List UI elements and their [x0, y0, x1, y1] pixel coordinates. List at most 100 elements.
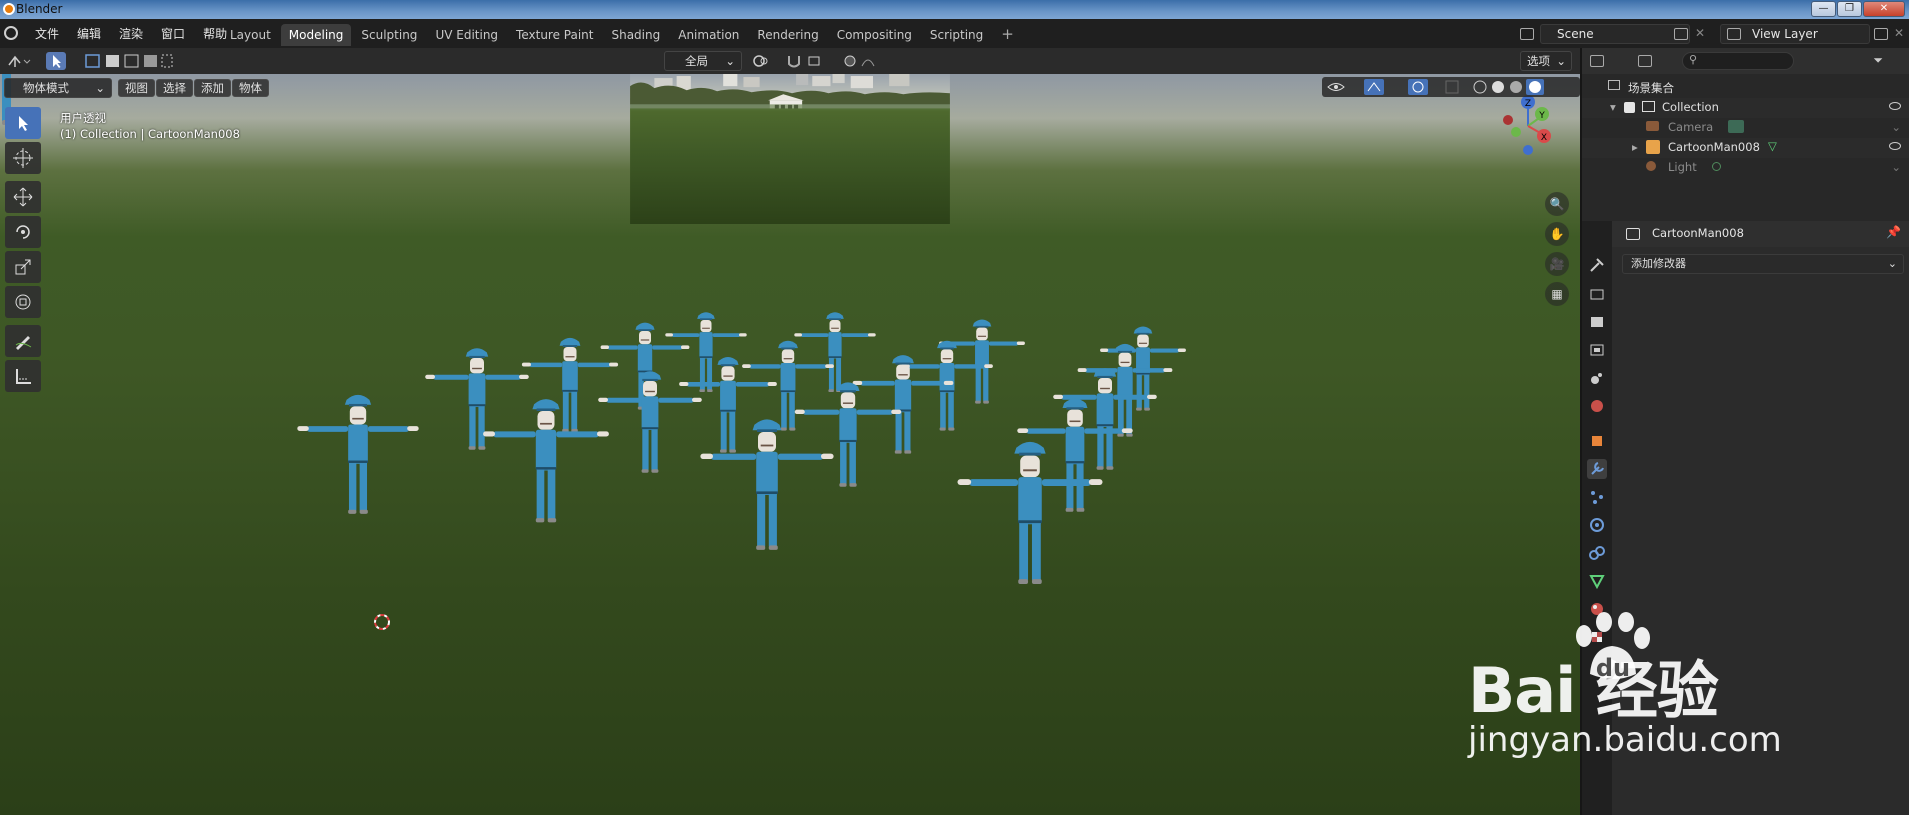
chevron-down-icon[interactable]: ⌄	[1891, 160, 1901, 174]
outliner-search-input[interactable]: ⚲	[1682, 52, 1794, 70]
view-layer-tab-icon[interactable]	[1587, 340, 1607, 360]
rotate-tool-icon[interactable]	[5, 216, 41, 248]
snapping-icon[interactable]	[785, 52, 839, 70]
new-scene-icon[interactable]	[1674, 28, 1688, 40]
search-icon: ⚲	[1689, 53, 1698, 66]
pin-icon[interactable]: 📌	[1886, 225, 1901, 239]
select-box-tool-icon[interactable]	[46, 52, 66, 70]
select-menu[interactable]: 选择	[156, 79, 193, 97]
outliner-root[interactable]: 场景集合	[1582, 78, 1909, 98]
physics-tab-icon[interactable]	[1587, 515, 1607, 535]
tool-tab-icon[interactable]	[1587, 255, 1607, 275]
tab-animation[interactable]: Animation	[670, 24, 747, 46]
selection-mode-icons[interactable]	[84, 52, 174, 70]
chevron-down-icon: ⌄	[1556, 54, 1566, 68]
measure-tool-icon[interactable]	[5, 360, 41, 392]
object-tab-icon[interactable]	[1587, 431, 1607, 451]
workspace-tabs: Layout Modeling Sculpting UV Editing Tex…	[222, 24, 1014, 46]
gizmo-y-label: Y	[1538, 111, 1545, 121]
mesh-data-icon: ▽	[1768, 139, 1777, 153]
menu-window[interactable]: 窗口	[152, 25, 194, 42]
add-workspace-button[interactable]: +	[993, 24, 1014, 46]
outliner-header: ⚲ ⏷	[1582, 48, 1909, 74]
scene-selector[interactable]: Scene	[1540, 24, 1690, 44]
options-dropdown[interactable]: 选项 ⌄	[1520, 51, 1572, 71]
editor-type-icon[interactable]	[1590, 55, 1604, 67]
move-tool-icon[interactable]	[5, 181, 41, 213]
outliner-item-collection[interactable]: ▾ Collection	[1582, 98, 1909, 118]
chevron-down-icon: ⌄	[1887, 257, 1897, 270]
blender-menu-icon[interactable]	[4, 26, 18, 40]
3d-viewport[interactable]: 用户透视 (1) Collection | CartoonMan008 Z Y …	[0, 74, 1580, 815]
tab-layout[interactable]: Layout	[222, 24, 279, 46]
tab-shading[interactable]: Shading	[603, 24, 668, 46]
transform-pivot-icon[interactable]	[6, 52, 31, 70]
remove-view-layer-icon[interactable]: ✕	[1894, 26, 1904, 40]
scene-tab-icon[interactable]	[1587, 368, 1607, 388]
camera-view-icon[interactable]: 🎥	[1545, 252, 1569, 276]
pivot-point-icon[interactable]	[750, 52, 786, 70]
eye-icon[interactable]	[1889, 102, 1901, 110]
cursor-tool-icon[interactable]	[5, 142, 41, 174]
left-toolbar	[5, 107, 41, 395]
select-tool-icon[interactable]	[5, 107, 41, 139]
tab-scripting[interactable]: Scripting	[922, 24, 991, 46]
transform-orientation-dropdown[interactable]: 全局 ⌄	[664, 51, 742, 71]
expand-arrow-icon[interactable]: ▸	[1632, 140, 1638, 154]
scale-tool-icon[interactable]	[5, 251, 41, 283]
checkbox-icon[interactable]	[1624, 102, 1635, 113]
object-menu[interactable]: 物体	[232, 79, 269, 97]
tab-sculpting[interactable]: Sculpting	[353, 24, 425, 46]
filter-icon[interactable]: ⏷	[1873, 53, 1883, 68]
tab-rendering[interactable]: Rendering	[749, 24, 826, 46]
chevron-down-icon: ⌄	[95, 81, 105, 95]
constraints-tab-icon[interactable]	[1587, 543, 1607, 563]
menu-edit[interactable]: 编辑	[68, 25, 110, 42]
annotate-tool-icon[interactable]	[5, 325, 41, 357]
view-menu[interactable]: 视图	[118, 79, 155, 97]
zoom-icon[interactable]: 🔍	[1545, 192, 1569, 216]
scene-collection-icon	[1608, 80, 1620, 90]
remove-scene-icon[interactable]: ✕	[1695, 26, 1705, 40]
characters-crowd	[297, 312, 1186, 630]
add-modifier-dropdown[interactable]: 添加修改器 ⌄	[1622, 254, 1904, 274]
new-view-layer-icon[interactable]	[1874, 28, 1888, 40]
modifier-tab-icon[interactable]	[1587, 459, 1607, 479]
expand-arrow-icon[interactable]: ▾	[1610, 100, 1616, 114]
proportional-editing-icon[interactable]	[842, 52, 882, 70]
scene-collection-label: 场景集合	[1628, 81, 1674, 95]
close-button[interactable]: ✕	[1863, 1, 1905, 17]
render-tab-icon[interactable]	[1587, 284, 1607, 304]
data-tab-icon[interactable]	[1587, 571, 1607, 591]
minimize-button[interactable]: —	[1811, 1, 1836, 17]
object-type-icon	[1626, 228, 1640, 240]
outliner-item-camera[interactable]: Camera ⌄	[1582, 118, 1909, 138]
view-layer-selector[interactable]: View Layer	[1720, 24, 1870, 44]
object-mode-dropdown[interactable]: 物体模式 ⌄	[4, 78, 112, 98]
add-menu[interactable]: 添加	[194, 79, 231, 97]
output-tab-icon[interactable]	[1587, 312, 1607, 332]
tab-modeling[interactable]: Modeling	[280, 24, 352, 46]
camera-data-icon	[1728, 120, 1744, 133]
ortho-grid-icon[interactable]: ▦	[1545, 282, 1569, 306]
options-label: 选项	[1527, 54, 1550, 68]
display-mode-icon[interactable]	[1638, 55, 1652, 67]
navigation-gizmo[interactable]: Z Y X	[1494, 90, 1564, 160]
particles-tab-icon[interactable]	[1587, 487, 1607, 507]
tab-compositing[interactable]: Compositing	[829, 24, 920, 46]
gizmo-x-label: X	[1541, 133, 1547, 143]
chevron-down-icon[interactable]: ⌄	[1891, 120, 1901, 134]
transform-tool-icon[interactable]	[5, 286, 41, 318]
pan-hand-icon[interactable]: ✋	[1545, 222, 1569, 246]
menu-file[interactable]: 文件	[26, 25, 68, 42]
tab-texture-paint[interactable]: Texture Paint	[508, 24, 601, 46]
eye-icon[interactable]	[1889, 142, 1901, 150]
outliner-item-cartoonman008[interactable]: ▸ CartoonMan008 ▽	[1582, 138, 1909, 158]
world-tab-icon[interactable]	[1587, 396, 1607, 416]
maximize-button[interactable]: ❐	[1837, 1, 1862, 17]
scene-icon[interactable]	[1520, 28, 1534, 40]
view-name: 用户透视	[60, 111, 106, 125]
outliner-item-light[interactable]: Light ⌄	[1582, 158, 1909, 178]
tab-uv-editing[interactable]: UV Editing	[427, 24, 506, 46]
menu-render[interactable]: 渲染	[110, 25, 152, 42]
